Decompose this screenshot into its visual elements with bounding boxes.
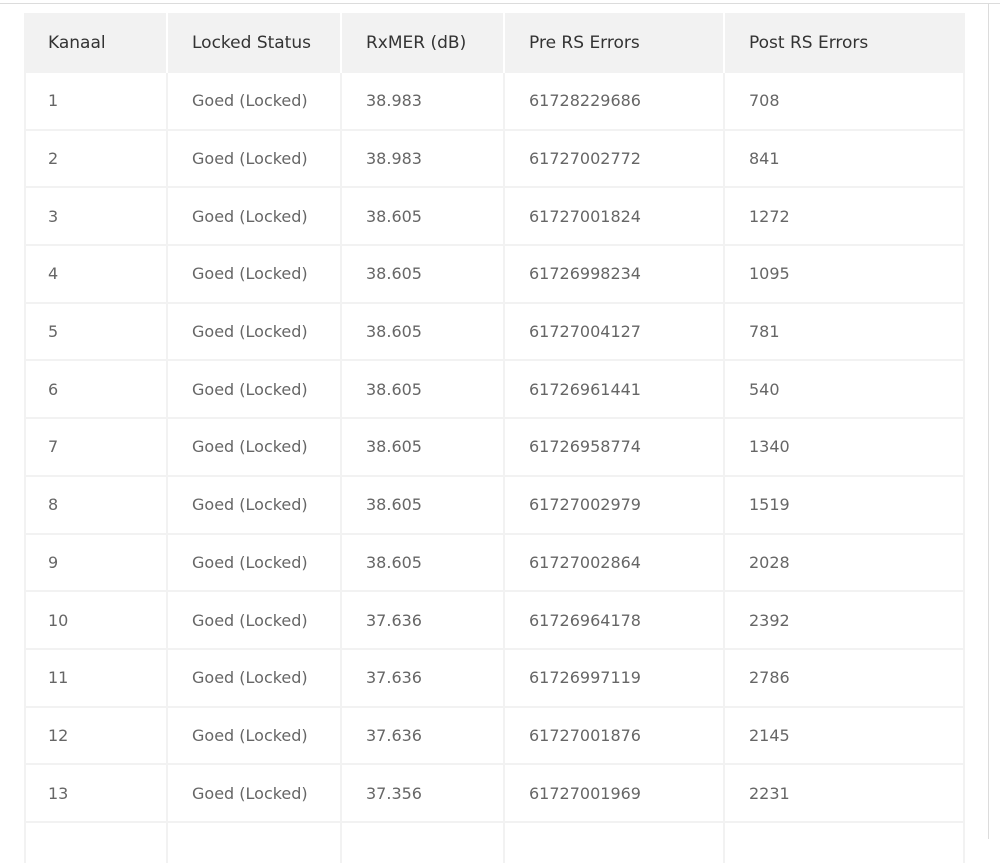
- cell-rxmer: 37.636: [342, 592, 505, 650]
- column-header-locked-status: Locked Status: [168, 13, 342, 73]
- table-row: 4 Goed (Locked) 38.605 61726998234 1095: [24, 246, 965, 304]
- cell-kanaal: 11: [24, 649, 168, 708]
- cell-locked-status: Goed (Locked): [168, 649, 342, 708]
- column-header-pre-rs-errors: Pre RS Errors: [505, 13, 725, 73]
- cell-kanaal: 5: [24, 303, 168, 362]
- cell-locked-status: Goed (Locked): [168, 130, 342, 189]
- cell-pre-rs-errors: 61727001969: [505, 765, 725, 823]
- cell-rxmer: 38.605: [342, 361, 505, 420]
- cell-pre-rs-errors: 61727001824: [505, 188, 725, 247]
- cell-kanaal: 10: [24, 592, 168, 650]
- table-row: 11 Goed (Locked) 37.636 61726997119 2786: [24, 649, 965, 708]
- cell-pre-rs-errors: 61727004127: [505, 303, 725, 362]
- table-row: 3 Goed (Locked) 38.605 61727001824 1272: [24, 188, 965, 247]
- table-header-row: Kanaal Locked Status RxMER (dB) Pre RS E…: [24, 13, 965, 73]
- cell-post-rs-errors: 540: [725, 361, 965, 420]
- cell-kanaal: 8: [24, 476, 168, 535]
- table-row: 9 Goed (Locked) 38.605 61727002864 2028: [24, 534, 965, 593]
- cell-post-rs-errors: 841: [725, 130, 965, 189]
- table-row: 2 Goed (Locked) 38.983 61727002772 841: [24, 130, 965, 189]
- cell-locked-status: Goed (Locked): [168, 476, 342, 535]
- table-row-partial: [24, 822, 965, 863]
- cell-pre-rs-errors: [505, 822, 725, 863]
- table-row: 1 Goed (Locked) 38.983 61728229686 708: [24, 73, 965, 131]
- cell-locked-status: Goed (Locked): [168, 188, 342, 247]
- table-row: 10 Goed (Locked) 37.636 61726964178 2392: [24, 592, 965, 650]
- cell-rxmer: 37.636: [342, 707, 505, 766]
- cell-rxmer: 37.356: [342, 765, 505, 823]
- cell-post-rs-errors: 781: [725, 303, 965, 362]
- cell-post-rs-errors: 2392: [725, 592, 965, 650]
- column-header-post-rs-errors: Post RS Errors: [725, 13, 965, 73]
- cell-pre-rs-errors: 61727001876: [505, 707, 725, 766]
- cell-locked-status: Goed (Locked): [168, 592, 342, 650]
- cell-rxmer: 38.605: [342, 476, 505, 535]
- cell-kanaal: 4: [24, 246, 168, 304]
- cell-pre-rs-errors: 61727002864: [505, 534, 725, 593]
- cell-rxmer: 37.636: [342, 649, 505, 708]
- cell-kanaal: 7: [24, 419, 168, 477]
- cell-kanaal: 1: [24, 73, 168, 131]
- table-row: 7 Goed (Locked) 38.605 61726958774 1340: [24, 419, 965, 477]
- cell-post-rs-errors: 708: [725, 73, 965, 131]
- cell-post-rs-errors: 1095: [725, 246, 965, 304]
- cell-pre-rs-errors: 61726961441: [505, 361, 725, 420]
- column-header-rxmer: RxMER (dB): [342, 13, 505, 73]
- cell-post-rs-errors: 1519: [725, 476, 965, 535]
- cell-locked-status: Goed (Locked): [168, 73, 342, 131]
- cell-kanaal: 9: [24, 534, 168, 593]
- cell-post-rs-errors: 1340: [725, 419, 965, 477]
- cell-kanaal: 13: [24, 765, 168, 823]
- cell-rxmer: 38.605: [342, 246, 505, 304]
- cell-pre-rs-errors: 61727002772: [505, 130, 725, 189]
- cell-pre-rs-errors: 61728229686: [505, 73, 725, 131]
- cell-rxmer: 38.983: [342, 130, 505, 189]
- cell-rxmer: 38.605: [342, 419, 505, 477]
- table-row: 8 Goed (Locked) 38.605 61727002979 1519: [24, 476, 965, 535]
- cell-rxmer: 38.605: [342, 188, 505, 247]
- cell-kanaal: 12: [24, 707, 168, 766]
- cell-pre-rs-errors: 61726964178: [505, 592, 725, 650]
- downstream-channel-panel: Kanaal Locked Status RxMER (dB) Pre RS E…: [0, 5, 987, 863]
- cell-locked-status: Goed (Locked): [168, 765, 342, 823]
- cell-post-rs-errors: 2231: [725, 765, 965, 823]
- cell-pre-rs-errors: 61726997119: [505, 649, 725, 708]
- cell-post-rs-errors: 2028: [725, 534, 965, 593]
- cell-rxmer: [342, 822, 505, 863]
- scrollbar-edge: [988, 4, 989, 839]
- table-row: 12 Goed (Locked) 37.636 61727001876 2145: [24, 707, 965, 766]
- table-row: 6 Goed (Locked) 38.605 61726961441 540: [24, 361, 965, 420]
- cell-locked-status: Goed (Locked): [168, 707, 342, 766]
- cell-locked-status: [168, 822, 342, 863]
- table-row: 13 Goed (Locked) 37.356 61727001969 2231: [24, 765, 965, 823]
- cell-rxmer: 38.605: [342, 534, 505, 593]
- cell-pre-rs-errors: 61727002979: [505, 476, 725, 535]
- cell-post-rs-errors: 1272: [725, 188, 965, 247]
- cell-rxmer: 38.605: [342, 303, 505, 362]
- cell-kanaal: 6: [24, 361, 168, 420]
- table-row: 5 Goed (Locked) 38.605 61727004127 781: [24, 303, 965, 362]
- column-header-kanaal: Kanaal: [24, 13, 168, 73]
- cell-post-rs-errors: 2145: [725, 707, 965, 766]
- cell-kanaal: 3: [24, 188, 168, 247]
- cell-locked-status: Goed (Locked): [168, 534, 342, 593]
- cell-locked-status: Goed (Locked): [168, 361, 342, 420]
- cell-pre-rs-errors: 61726998234: [505, 246, 725, 304]
- top-divider: [0, 0, 1000, 4]
- cell-locked-status: Goed (Locked): [168, 419, 342, 477]
- table-body: 1 Goed (Locked) 38.983 61728229686 708 2 Goed …: [24, 73, 965, 863]
- channel-status-table: Kanaal Locked Status RxMER (dB) Pre RS E…: [24, 13, 965, 863]
- cell-pre-rs-errors: 61726958774: [505, 419, 725, 477]
- cell-post-rs-errors: 2786: [725, 649, 965, 708]
- cell-locked-status: Goed (Locked): [168, 303, 342, 362]
- cell-kanaal: 2: [24, 130, 168, 189]
- cell-rxmer: 38.983: [342, 73, 505, 131]
- cell-kanaal: [24, 822, 168, 863]
- cell-locked-status: Goed (Locked): [168, 246, 342, 304]
- cell-post-rs-errors: [725, 822, 965, 863]
